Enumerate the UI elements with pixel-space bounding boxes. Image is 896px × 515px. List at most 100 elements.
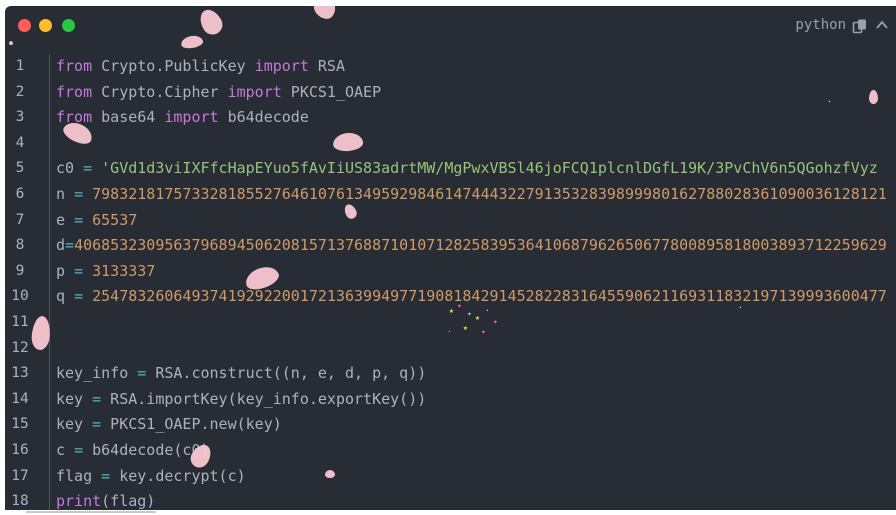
code-text: c0 = 'GVd1d3viIXFfcHapEYuo5fAvIiUS83adrt… xyxy=(56,156,878,182)
petal-decoration xyxy=(325,470,335,478)
code-lines: 1 from Crypto.PublicKey import RSA 2 from C… xyxy=(5,54,896,510)
line-number: 9 xyxy=(15,262,25,279)
code-line: 12 xyxy=(5,336,896,362)
code-token: = xyxy=(137,364,147,383)
code-token: import xyxy=(164,108,219,127)
code-text: from base64 import b64decode xyxy=(56,105,309,131)
code-token: from xyxy=(56,57,93,75)
code-token: key_info xyxy=(56,364,138,383)
sparkle-decoration: ✦ xyxy=(481,327,486,336)
code-text: n = 798321817573328185527646107613495929… xyxy=(56,182,887,208)
line-number: 11 xyxy=(11,313,29,330)
code-token: c xyxy=(56,440,75,459)
code-line: 2 from Crypto.Cipher import PKCS1_OAEP xyxy=(5,80,896,106)
code-text: flag = key.decrypt(c) xyxy=(56,464,246,490)
code-token: print xyxy=(56,492,102,510)
code-text: c = b64decode(c0) xyxy=(56,438,210,464)
code-text: e = 65537 xyxy=(56,208,137,234)
sparkle-decoration: ★ xyxy=(449,306,454,315)
code-token: = xyxy=(65,236,75,255)
close-dot-icon xyxy=(18,19,31,32)
code-token: = xyxy=(92,415,102,434)
code-token: PKCS1_OAEP xyxy=(281,82,382,101)
code-block-titlebar: python xyxy=(5,6,896,44)
scrollbar-thumb[interactable] xyxy=(26,511,156,513)
sparkle-decoration: ✦ xyxy=(493,317,498,326)
line-number: 12 xyxy=(11,339,29,356)
code-token: = xyxy=(101,466,111,485)
line-number: 6 xyxy=(15,185,25,202)
code-text: p = 3133337 xyxy=(56,259,155,285)
code-block-window: python 1 from Crypto.PublicKey import RSA… xyxy=(5,6,896,510)
code-token: p xyxy=(56,261,75,280)
code-text: key_info = RSA.construct((n, e, d, p, q)… xyxy=(56,361,426,387)
code-token: c0 xyxy=(56,159,84,178)
code-token: RSA xyxy=(308,57,345,75)
sparkle-decoration: ✦ xyxy=(457,301,462,310)
petal-decoration xyxy=(869,90,878,104)
sparkle-decoration: · xyxy=(447,327,452,336)
code-token: 'GVd1d3viIXFfcHapEYuo5fAvIiUS83adrtMW/Mg… xyxy=(101,159,878,178)
code-token: d xyxy=(56,236,66,255)
sparkle-decoration: · xyxy=(738,303,743,312)
line-number: 16 xyxy=(11,441,29,458)
line-number: 14 xyxy=(11,390,29,407)
line-number: 8 xyxy=(15,237,25,254)
language-label: python xyxy=(795,17,846,33)
code-line: 16 c = b64decode(c0) xyxy=(5,438,896,464)
petal-decoration xyxy=(9,41,13,45)
code-token: = xyxy=(74,210,84,229)
code-line: 1 from Crypto.PublicKey import RSA xyxy=(5,54,896,80)
line-number: 18 xyxy=(11,493,29,510)
code-token: = xyxy=(74,261,84,280)
line-number: 4 xyxy=(15,134,25,151)
code-token: = xyxy=(74,287,84,306)
code-line: 9 p = 3133337 xyxy=(5,259,896,285)
sparkle-decoration: · xyxy=(827,97,832,106)
chevron-up-icon[interactable] xyxy=(875,18,889,32)
code-line: 4 xyxy=(5,131,896,157)
code-token: key xyxy=(56,389,93,408)
line-number: 17 xyxy=(11,467,29,484)
code-token: q xyxy=(56,287,75,306)
code-token: 2547832606493741929220017213639949771908… xyxy=(92,287,887,306)
line-number: 15 xyxy=(11,416,29,433)
code-token: = xyxy=(83,159,93,178)
copy-icon[interactable] xyxy=(852,18,868,34)
code-line: 3 from base64 import b64decode xyxy=(5,105,896,131)
code-token: (flag) xyxy=(101,492,156,510)
code-line: 14 key = RSA.importKey(key_info.exportKey… xyxy=(5,387,896,413)
code-token: RSA.construct((n, e, d, p, q)) xyxy=(146,364,427,383)
code-line: 18 print(flag) xyxy=(5,489,896,510)
code-token: 3133337 xyxy=(92,261,156,280)
line-number: 2 xyxy=(15,83,25,100)
code-token: 7983218175733281855276461076134959298461… xyxy=(92,184,887,203)
code-text: d=40685323095637968945062081571376887101… xyxy=(56,233,887,259)
code-line: 8 d=4068532309563796894506208157137688710… xyxy=(5,233,896,259)
code-text: from Crypto.PublicKey import RSA xyxy=(56,54,345,80)
code-text: key = PKCS1_OAEP.new(key) xyxy=(56,412,282,438)
code-token: = xyxy=(74,184,84,203)
code-line: 7 e = 65537 xyxy=(5,208,896,234)
sparkle-decoration: ★ xyxy=(475,313,480,322)
code-line: 6 n = 79832181757332818552764610761349592… xyxy=(5,182,896,208)
code-token: 65537 xyxy=(92,210,138,229)
code-token: n xyxy=(56,184,75,203)
code-token: key xyxy=(56,415,93,434)
maximize-dot-icon xyxy=(62,19,75,32)
code-token: from xyxy=(56,82,93,101)
line-number: 10 xyxy=(11,288,29,305)
code-line: 5 c0 = 'GVd1d3viIXFfcHapEYuo5fAvIiUS83adr… xyxy=(5,156,896,182)
sparkle-decoration: · xyxy=(485,306,490,315)
code-token: PKCS1_OAEP.new(key) xyxy=(101,415,282,434)
code-token: flag xyxy=(56,466,102,485)
code-line: 13 key_info = RSA.construct((n, e, d, p, … xyxy=(5,361,896,387)
code-text: print(flag) xyxy=(56,489,155,510)
code-token: = xyxy=(74,440,84,459)
line-number: 7 xyxy=(15,211,25,228)
